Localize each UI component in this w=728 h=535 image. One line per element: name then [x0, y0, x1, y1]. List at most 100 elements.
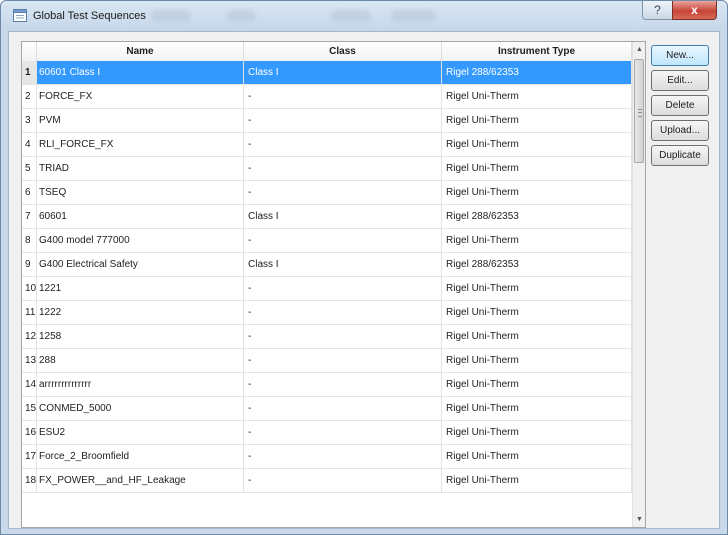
cell-name: 1258	[37, 325, 244, 348]
cell-class: -	[244, 229, 442, 252]
cell-name: G400 Electrical Safety	[37, 253, 244, 276]
vertical-scrollbar[interactable]: ▲ ▼	[632, 42, 645, 527]
cell-instrument-type: Rigel Uni-Therm	[442, 157, 632, 180]
table-row[interactable]: 8 G400 model 777000- Rigel Uni-Therm	[22, 229, 632, 253]
row-number: 2	[22, 85, 37, 108]
table-row[interactable]: 16 ESU2- Rigel Uni-Therm	[22, 421, 632, 445]
cell-name: 1221	[37, 277, 244, 300]
table-row[interactable]: 17 Force_2_Broomfield - Rigel Uni-Therm	[22, 445, 632, 469]
title-bar[interactable]: Global Test Sequences ? x	[1, 1, 727, 31]
cell-instrument-type: Rigel Uni-Therm	[442, 469, 632, 492]
window-app-icon	[13, 9, 27, 22]
row-number: 15	[22, 397, 37, 420]
table-row[interactable]: 13 288- Rigel Uni-Therm	[22, 349, 632, 373]
cell-instrument-type: Rigel Uni-Therm	[442, 325, 632, 348]
scrollbar-thumb[interactable]	[634, 59, 644, 163]
cell-class: Class I	[244, 205, 442, 228]
table-row[interactable]: 9 G400 Electrical Safety Class I Rigel 288/…	[22, 253, 632, 277]
cell-class: Class I	[244, 253, 442, 276]
cell-instrument-type: Rigel Uni-Therm	[442, 277, 632, 300]
cell-name: 288	[37, 349, 244, 372]
table-row[interactable]: 1 60601 Class I Class I Rigel 288/62353	[22, 61, 632, 85]
row-number: 12	[22, 325, 37, 348]
title-bar-background-blur	[226, 10, 256, 22]
new-button[interactable]: New...	[651, 45, 709, 66]
row-number: 7	[22, 205, 37, 228]
column-header-name[interactable]: Name	[37, 42, 244, 61]
cell-class: Class I	[244, 61, 442, 84]
cell-instrument-type: Rigel 288/62353	[442, 205, 632, 228]
row-number: 1	[22, 61, 37, 84]
cell-instrument-type: Rigel Uni-Therm	[442, 181, 632, 204]
cell-instrument-type: Rigel Uni-Therm	[442, 421, 632, 444]
cell-instrument-type: Rigel Uni-Therm	[442, 373, 632, 396]
cell-instrument-type: Rigel Uni-Therm	[442, 133, 632, 156]
cell-class: -	[244, 85, 442, 108]
cell-name: 1222	[37, 301, 244, 324]
row-number: 14	[22, 373, 37, 396]
title-bar-background-blur	[391, 10, 436, 22]
column-header-instrument-type[interactable]: Instrument Type	[442, 42, 632, 61]
title-bar-background-blur	[331, 10, 371, 22]
delete-button[interactable]: Delete	[651, 95, 709, 116]
upload-button[interactable]: Upload...	[651, 120, 709, 141]
row-number: 4	[22, 133, 37, 156]
table-row[interactable]: 7 60601 Class I Rigel 288/62353	[22, 205, 632, 229]
cell-name: CONMED_5000	[37, 397, 244, 420]
close-button[interactable]: x	[672, 1, 717, 20]
row-number: 8	[22, 229, 37, 252]
row-number: 18	[22, 469, 37, 492]
cell-class: -	[244, 445, 442, 468]
window-title: Global Test Sequences	[33, 10, 146, 22]
cell-class: -	[244, 277, 442, 300]
table-row[interactable]: 11 1222- Rigel Uni-Therm	[22, 301, 632, 325]
cell-name: 60601	[37, 205, 244, 228]
cell-name: RLI_FORCE_FX	[37, 133, 244, 156]
cell-class: -	[244, 109, 442, 132]
duplicate-button[interactable]: Duplicate	[651, 145, 709, 166]
table-row[interactable]: 5 TRIAD - Rigel Uni-Therm	[22, 157, 632, 181]
cell-name: Force_2_Broomfield	[37, 445, 244, 468]
table-row[interactable]: 2 FORCE_FX - Rigel Uni-Therm	[22, 85, 632, 109]
scrollbar-grip-icon	[638, 109, 642, 117]
cell-instrument-type: Rigel Uni-Therm	[442, 445, 632, 468]
table-row[interactable]: 15 CONMED_5000- Rigel Uni-Therm	[22, 397, 632, 421]
cell-class: -	[244, 421, 442, 444]
row-number: 3	[22, 109, 37, 132]
cell-name: ESU2	[37, 421, 244, 444]
row-number: 11	[22, 301, 37, 324]
cell-name: FX_POWER__and_HF_Leakage	[37, 469, 244, 492]
table-row[interactable]: 14 arrrrrrrrrrrrrr - Rigel Uni-Therm	[22, 373, 632, 397]
cell-instrument-type: Rigel Uni-Therm	[442, 229, 632, 252]
cell-name: PVM	[37, 109, 244, 132]
cell-class: -	[244, 373, 442, 396]
table-row[interactable]: 3 PVM - Rigel Uni-Therm	[22, 109, 632, 133]
scroll-up-arrow-icon[interactable]: ▲	[633, 42, 645, 57]
sequences-table[interactable]: Name Class Instrument Type 1 60601 Class …	[21, 41, 646, 528]
table-row[interactable]: 6 TSEQ - Rigel Uni-Therm	[22, 181, 632, 205]
cell-class: -	[244, 181, 442, 204]
row-number: 5	[22, 157, 37, 180]
cell-name: G400 model 777000	[37, 229, 244, 252]
table-row[interactable]: 4 RLI_FORCE_FX - Rigel Uni-Therm	[22, 133, 632, 157]
column-header-class[interactable]: Class	[244, 42, 442, 61]
edit-button[interactable]: Edit...	[651, 70, 709, 91]
action-buttons: New... Edit... Delete Upload... Duplicat…	[651, 45, 709, 170]
dialog-client-area: Name Class Instrument Type 1 60601 Class …	[8, 31, 720, 529]
table-row[interactable]: 10 1221- Rigel Uni-Therm	[22, 277, 632, 301]
row-number-header	[22, 42, 37, 61]
cell-instrument-type: Rigel Uni-Therm	[442, 109, 632, 132]
cell-class: -	[244, 133, 442, 156]
table-body: 1 60601 Class I Class I Rigel 288/62353 2 FOR…	[22, 61, 632, 493]
row-number: 10	[22, 277, 37, 300]
cell-instrument-type: Rigel Uni-Therm	[442, 397, 632, 420]
row-number: 6	[22, 181, 37, 204]
cell-instrument-type: Rigel 288/62353	[442, 253, 632, 276]
table-row[interactable]: 18 FX_POWER__and_HF_Leakage - Rigel Uni-The…	[22, 469, 632, 493]
cell-name: 60601 Class I	[37, 61, 244, 84]
scroll-down-arrow-icon[interactable]: ▼	[633, 512, 645, 527]
cell-class: -	[244, 301, 442, 324]
title-bar-background-blur	[151, 10, 191, 22]
table-row[interactable]: 12 1258- Rigel Uni-Therm	[22, 325, 632, 349]
help-button[interactable]: ?	[642, 1, 673, 20]
